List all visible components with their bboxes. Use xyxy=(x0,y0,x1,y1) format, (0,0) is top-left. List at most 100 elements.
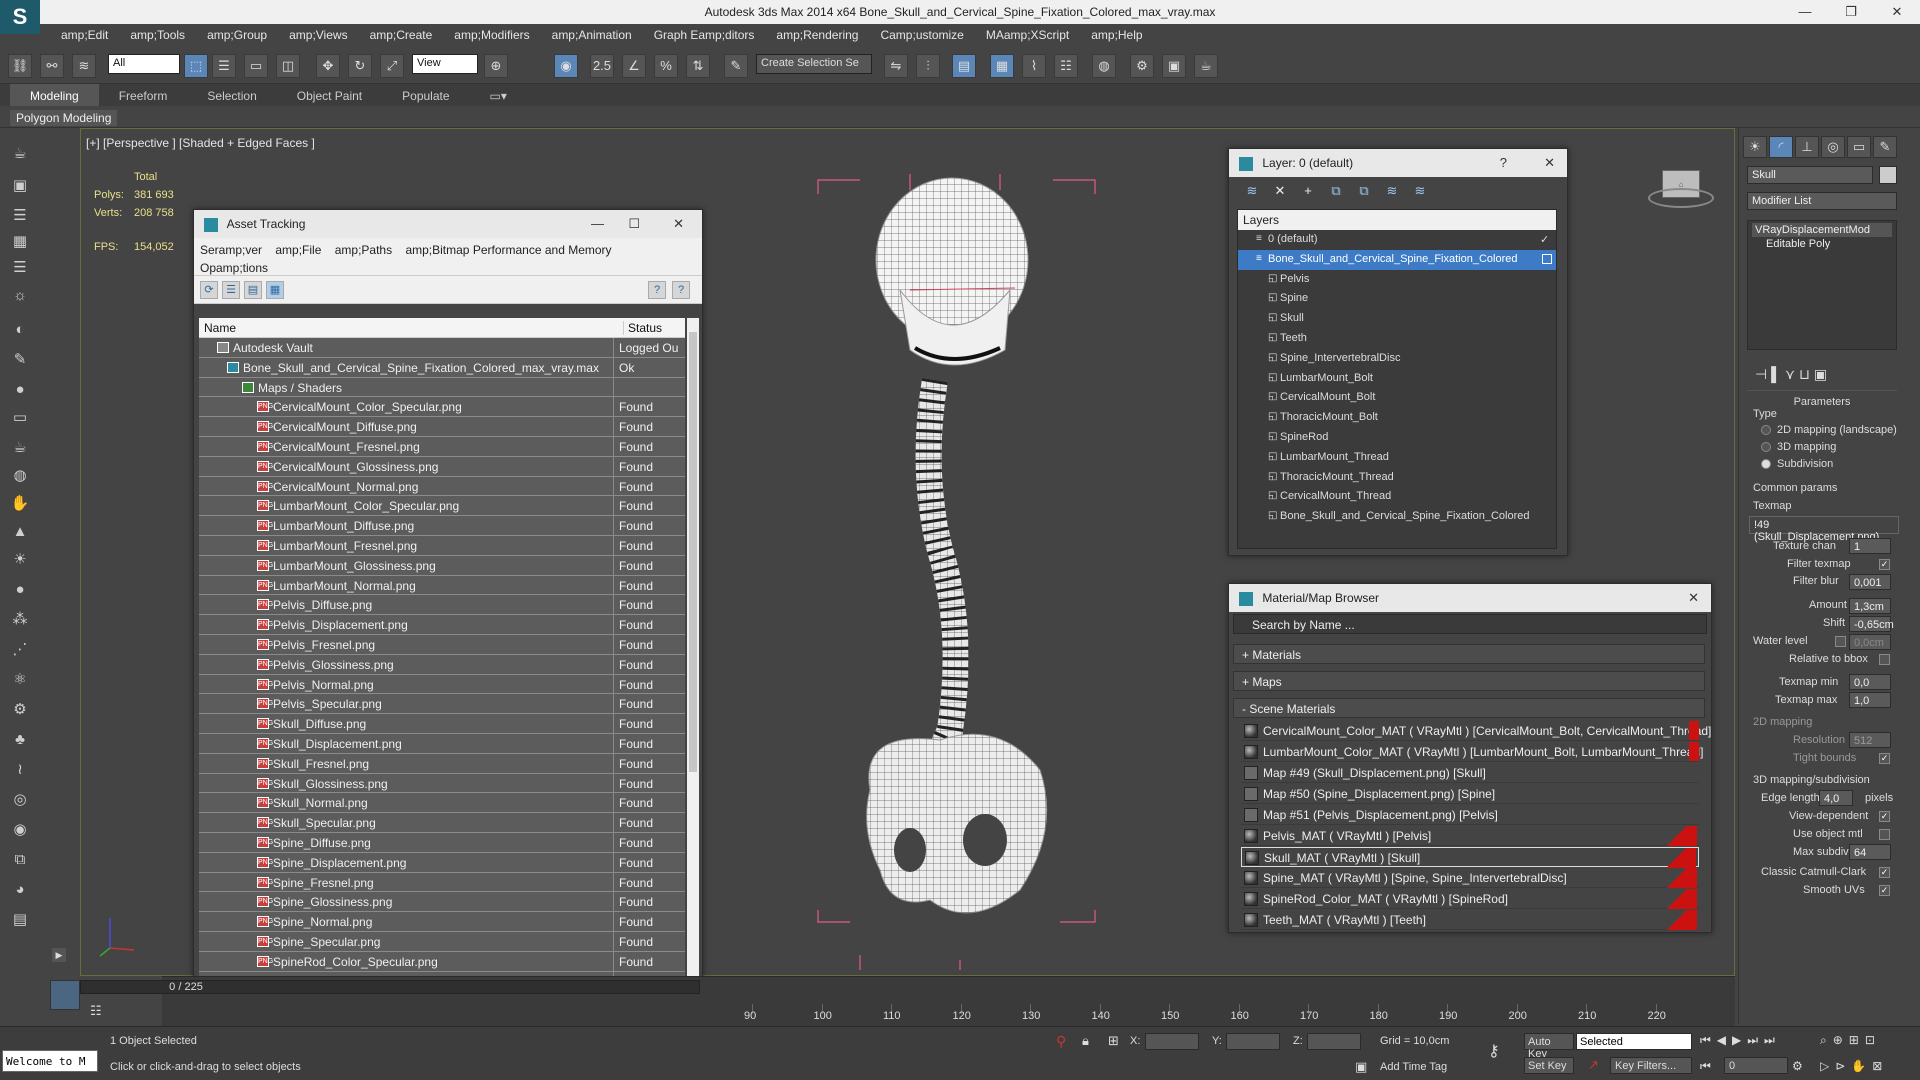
motion-tab-icon[interactable]: ◎ xyxy=(1821,136,1845,158)
max-subdivs-field[interactable]: 64 xyxy=(1849,844,1891,860)
layer-close-button[interactable]: ✕ xyxy=(1544,155,1555,171)
filter-texmap-checkbox[interactable]: ✓ xyxy=(1879,559,1890,570)
layer-row[interactable]: ≡ 0 (default) ✓ xyxy=(1238,230,1556,250)
menu-rendering[interactable]: amp;Rendering xyxy=(765,24,869,46)
asset-row[interactable]: PNG Skull_Fresnel.png Found xyxy=(199,753,685,774)
asset-close-button[interactable]: ✕ xyxy=(673,216,684,232)
snap-toggle-icon[interactable]: 2.5 xyxy=(590,54,614,78)
layer-object-row[interactable]: ◱ LumbarMount_Bolt xyxy=(1238,369,1556,389)
time-config-icon[interactable]: ⚙ xyxy=(1792,1059,1803,1073)
asset-row[interactable]: PNG Spine_Specular.png Found xyxy=(199,931,685,952)
atom-icon[interactable]: ⚛ xyxy=(8,668,32,692)
rendered-frame-icon[interactable]: ▣ xyxy=(1162,54,1186,78)
stack-controls[interactable]: ⊣ ▌ ⋎ ⊔ ▣ xyxy=(1755,366,1827,383)
layer-object-row[interactable]: ◱ CervicalMount_Thread xyxy=(1238,487,1556,507)
type-3d-radio[interactable] xyxy=(1761,442,1771,452)
move-icon[interactable]: ✥ xyxy=(316,54,340,78)
type-2d-radio[interactable] xyxy=(1761,425,1771,435)
menu-graph-editors[interactable]: Graph Eamp;ditors xyxy=(643,24,766,46)
mirror-icon[interactable]: ⇋ xyxy=(884,54,908,78)
tab-selection[interactable]: Selection xyxy=(187,84,276,106)
ribbon-toggle-icon[interactable]: ▦ xyxy=(990,54,1014,78)
col-status[interactable]: Status xyxy=(623,321,662,335)
scene-material-row[interactable]: SpineRod_Color_MAT ( VRayMtl ) [SpineRod… xyxy=(1241,889,1699,909)
table-icon[interactable]: ▦ xyxy=(8,230,32,254)
render-setup-icon[interactable]: ⚙ xyxy=(1130,54,1154,78)
filter-blur-field[interactable]: 0,001 xyxy=(1849,574,1891,590)
scene-material-row[interactable]: CervicalMount_Color_MAT ( VRayMtl ) [Cer… xyxy=(1241,721,1711,741)
script-icon[interactable]: ▤ xyxy=(8,908,32,932)
scene-material-row[interactable]: Teeth_MAT ( VRayMtl ) [Teeth] xyxy=(1241,910,1699,930)
time-slider[interactable]: 0 / 225 xyxy=(80,980,700,994)
absolute-mode-icon[interactable]: ⊞ xyxy=(1108,1033,1119,1049)
polygon-modeling-button[interactable]: Polygon Modeling xyxy=(10,110,118,126)
create-tab-icon[interactable]: ☀ xyxy=(1743,136,1767,158)
type-subdivision-radio[interactable] xyxy=(1761,459,1771,469)
auto-key-button[interactable]: Auto Key xyxy=(1524,1033,1574,1060)
sphere-icon[interactable]: ● xyxy=(8,378,32,402)
menu-create[interactable]: amp;Create xyxy=(359,24,444,46)
globe-icon[interactable]: ◍ xyxy=(8,464,32,488)
edit-named-selection-icon[interactable]: ✎ xyxy=(724,54,748,78)
curve-editor-icon[interactable]: ⌇ xyxy=(1022,54,1046,78)
render-frame-icon[interactable]: ▣ xyxy=(8,174,32,198)
freeze-all-icon[interactable]: ≋ xyxy=(1411,182,1429,200)
menu-edit[interactable]: amp;Edit xyxy=(50,24,119,46)
stack-item-vraydisplacement[interactable]: VRayDisplacementMod xyxy=(1752,223,1892,237)
layer-object-row[interactable]: ◱ ThoracicMount_Bolt xyxy=(1238,408,1556,428)
current-frame-field[interactable]: 0 xyxy=(1724,1057,1788,1074)
asset-row[interactable]: PNG CervicalMount_Color_Specular.png Found xyxy=(199,397,685,418)
layer-help-button[interactable]: ? xyxy=(1500,155,1507,170)
named-selection-dropdown[interactable]: Create Selection Se xyxy=(756,54,872,74)
hair-icon[interactable]: ≀ xyxy=(8,758,32,782)
asset-row[interactable]: PNG Pelvis_Glossiness.png Found xyxy=(199,654,685,675)
maps-section[interactable]: + Maps xyxy=(1233,671,1705,691)
teapot-icon[interactable]: ☕ xyxy=(8,142,32,166)
scene-material-row[interactable]: Spine_MAT ( VRayMtl ) [Spine, Spine_Inte… xyxy=(1241,868,1699,888)
help-icon[interactable]: ? xyxy=(648,281,666,299)
asset-row[interactable]: PNG Spine_Diffuse.png Found xyxy=(199,832,685,853)
layer-object-row[interactable]: ◱ Teeth xyxy=(1238,329,1556,349)
water-level-field[interactable]: 0,0cm xyxy=(1849,634,1891,650)
asset-row[interactable]: PNG Skull_Displacement.png Found xyxy=(199,733,685,754)
render-icon[interactable]: ☕ xyxy=(1194,54,1218,78)
highlight-layer-icon[interactable]: ⧉ xyxy=(1355,182,1373,200)
asset-row[interactable]: PNG Skull_Normal.png Found xyxy=(199,793,685,814)
parameters-rollout[interactable]: Parameters xyxy=(1747,390,1897,408)
asset-menu-file[interactable]: amp;File xyxy=(275,243,321,257)
app-logo-icon[interactable]: S xyxy=(0,0,40,34)
water-level-checkbox[interactable] xyxy=(1835,636,1846,647)
layer-object-row[interactable]: ◱ ThoracicMount_Thread xyxy=(1238,468,1556,488)
asset-row[interactable]: PNG Spine_Displacement.png Found xyxy=(199,852,685,873)
time-tag-icon[interactable]: ▣ xyxy=(1355,1059,1367,1075)
context-help-icon[interactable]: ? xyxy=(672,281,690,299)
detail-view-icon[interactable]: ▤ xyxy=(244,281,262,299)
scene-material-row[interactable]: Skull_MAT ( VRayMtl ) [Skull] xyxy=(1241,847,1699,868)
use-object-mtl-checkbox[interactable] xyxy=(1879,829,1890,840)
layer-object-row[interactable]: ◱ Spine xyxy=(1238,289,1556,309)
menu-maxscript[interactable]: MAamp;XScript xyxy=(975,24,1080,46)
key-mode-toggle-icon[interactable]: ⏮ xyxy=(1700,1059,1711,1074)
lock-icon[interactable]: 🔒︎ xyxy=(1082,1033,1089,1049)
layers-icon[interactable]: ☰ xyxy=(8,256,32,280)
texmap-min-field[interactable]: 0,0 xyxy=(1849,674,1891,690)
asset-row[interactable]: PNG CervicalMount_Fresnel.png Found xyxy=(199,436,685,457)
disc-icon[interactable]: ◉ xyxy=(8,818,32,842)
tab-freeform[interactable]: Freeform xyxy=(99,84,188,106)
skeleton-model[interactable] xyxy=(800,170,1120,970)
set-current-layer-box[interactable] xyxy=(1542,253,1552,264)
teapot2-icon[interactable]: ☕ xyxy=(8,436,32,460)
texmap-max-field[interactable]: 1,0 xyxy=(1849,692,1891,708)
add-time-tag-button[interactable]: Add Time Tag xyxy=(1380,1061,1447,1073)
col-name[interactable]: Name xyxy=(204,321,236,335)
current-layer-check-icon[interactable]: ✓ xyxy=(1540,233,1549,246)
z-coord-field[interactable] xyxy=(1307,1033,1361,1050)
asset-row[interactable]: PNG CervicalMount_Diffuse.png Found xyxy=(199,417,685,438)
layer-object-row[interactable]: ◱ CervicalMount_Bolt xyxy=(1238,388,1556,408)
smooth-uvs-checkbox[interactable]: ✓ xyxy=(1879,885,1890,896)
asset-row[interactable]: PNG Pelvis_Normal.png Found xyxy=(199,674,685,695)
layer-object-row[interactable]: ◱ Spine_IntervertebralDisc xyxy=(1238,349,1556,369)
spinner-snap-icon[interactable]: ⇅ xyxy=(686,54,710,78)
viewport-nav-bottom[interactable]: ▷⊳✋⊠ xyxy=(1820,1059,1888,1073)
y-coord-field[interactable] xyxy=(1226,1033,1280,1050)
